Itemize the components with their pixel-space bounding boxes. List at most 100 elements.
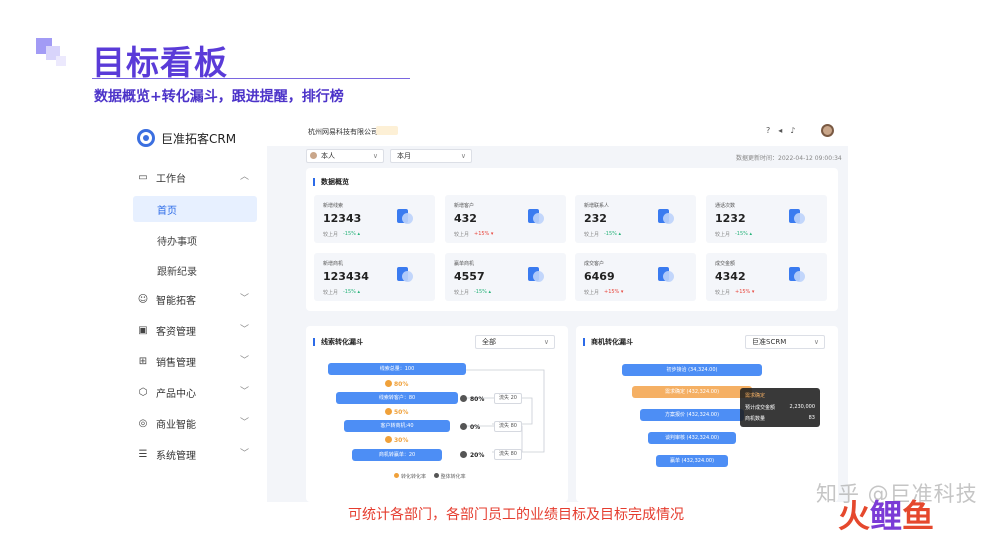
funnel-stage[interactable]: 线索总量：100 xyxy=(328,363,466,375)
stat-value: 123434 xyxy=(323,270,369,283)
loss-badge: 流失 80 xyxy=(494,421,522,432)
speaker-icon[interactable]: ◂ xyxy=(778,126,790,135)
help-icon[interactable]: ? xyxy=(766,126,778,135)
chevron-down-icon: ∨ xyxy=(813,338,819,346)
decor-square xyxy=(56,56,66,66)
brand-char: 鱼 xyxy=(902,497,935,533)
target-icon: ◎ xyxy=(138,417,148,429)
funnel-stage[interactable]: 商机转赢单：20 xyxy=(352,449,442,461)
overall-rate: 20% xyxy=(460,451,484,459)
overview-title: 数据概览 xyxy=(313,178,349,186)
tooltip-title: 需求确定 xyxy=(745,393,766,399)
stat-card[interactable]: 赢单商机 4557 较上月 -15% ▴ xyxy=(445,253,566,301)
smile-icon: ☺ xyxy=(137,293,149,305)
funnel-stage[interactable]: 谈判审核 (432,324.00) xyxy=(648,432,736,444)
person-filter[interactable]: 本人 ∨ xyxy=(306,149,384,163)
funnel-stage[interactable]: 客户转商机:40 xyxy=(344,420,450,432)
overall-rate-value: 0% xyxy=(470,424,481,431)
stat-card[interactable]: 新增客户 432 较上月 +15% ▾ xyxy=(445,195,566,243)
stat-label: 成交客户 xyxy=(584,261,605,267)
funnel-stage[interactable]: 初步接洽 (34,324.00) xyxy=(622,364,762,376)
stat-value: 4342 xyxy=(715,270,746,283)
contact-icon: ▣ xyxy=(138,324,148,336)
opp-funnel-select[interactable]: 巨准SCRM ∨ xyxy=(745,335,825,349)
brand-logo: 火鲤鱼 xyxy=(838,491,934,533)
monitor-icon: ▭ xyxy=(138,171,148,183)
sidebar-subitem-todo[interactable]: 待办事项 xyxy=(133,227,257,253)
change-value: +15% ▾ xyxy=(604,289,624,295)
sidebar-item-bi[interactable]: ◎ 商业智能 ﹀ xyxy=(133,410,257,436)
brand-char: 火 xyxy=(838,497,871,533)
funnel-stage-highlighted[interactable]: 需求确定 (432,324.00) xyxy=(632,386,752,398)
sidebar-item-label: 商业智能 xyxy=(156,419,196,431)
rate-icon xyxy=(385,408,392,415)
top-icons: ?◂♪ xyxy=(766,126,803,135)
sidebar-item-sales[interactable]: ⊞ 销售管理 ﹀ xyxy=(133,348,257,374)
opp-funnel-select-value: 巨准SCRM xyxy=(752,338,787,346)
stat-icon xyxy=(789,267,805,283)
chevron-down-icon: ﹀ xyxy=(239,294,249,304)
loss-badge: 流失 80 xyxy=(494,449,522,460)
period-filter-value: 本月 xyxy=(397,152,411,160)
stat-value: 6469 xyxy=(584,270,615,283)
step-rate: 50% xyxy=(385,408,408,416)
rate-icon xyxy=(460,423,467,430)
stat-card[interactable]: 新增联系人 232 较上月 -15% ▴ xyxy=(575,195,696,243)
grid-icon: ⊞ xyxy=(138,355,148,367)
lead-funnel-select[interactable]: 全部 ∨ xyxy=(475,335,555,349)
sidebar-item-system[interactable]: ☰ 系统管理 ﹀ xyxy=(133,441,257,467)
person-filter-value: 本人 xyxy=(321,152,335,160)
rate-icon xyxy=(385,380,392,387)
tooltip-value: 83 xyxy=(808,415,815,421)
funnel-legend: 转化转化率 整体转化率 xyxy=(394,473,466,480)
slide-subtitle: 数据概览+转化漏斗，跟进提醒，排行榜 xyxy=(94,89,344,105)
funnel-stage[interactable]: 线索转客户：80 xyxy=(336,392,458,404)
logo-icon xyxy=(137,129,155,147)
compare-label: 较上月 xyxy=(454,232,470,238)
sidebar-item-smart-prospect[interactable]: ☺ 智能拓客 ﹀ xyxy=(133,286,257,312)
compare-label: 较上月 xyxy=(323,290,339,296)
stat-label: 新增商机 xyxy=(323,261,344,267)
step-rate-value: 30% xyxy=(394,437,409,444)
change-value: -15% ▴ xyxy=(343,289,361,295)
rate-icon xyxy=(460,451,467,458)
stat-label: 新增客户 xyxy=(454,203,475,209)
funnel-stage[interactable]: 赢单 (432,324.00) xyxy=(656,455,728,467)
stat-icon xyxy=(789,209,805,225)
sidebar-item-customer[interactable]: ▣ 客资管理 ﹀ xyxy=(133,317,257,343)
stat-card[interactable]: 成交客户 6469 较上月 +15% ▾ xyxy=(575,253,696,301)
tooltip-label: 商机数量 xyxy=(745,416,766,422)
stat-value: 432 xyxy=(454,212,477,225)
lead-funnel-select-value: 全部 xyxy=(482,338,496,346)
stat-label: 新增联系人 xyxy=(584,203,610,209)
change-value: -15% ▴ xyxy=(735,231,753,237)
chevron-up-icon: ︿ xyxy=(239,172,249,182)
stat-value: 4557 xyxy=(454,270,485,283)
update-time: 数据更新时间：2022-04-12 09:00:34 xyxy=(736,155,842,162)
legend-label: 整体转化率 xyxy=(440,474,466,480)
stat-card[interactable]: 新增线索 12343 较上月 -15% ▴ xyxy=(314,195,435,243)
stat-card[interactable]: 新增商机 123434 较上月 -15% ▴ xyxy=(314,253,435,301)
rate-icon xyxy=(460,395,467,402)
avatar[interactable] xyxy=(821,124,834,137)
tooltip-label: 预计成交金额 xyxy=(745,405,776,411)
bell-icon[interactable]: ♪ xyxy=(790,126,803,135)
sidebar-item-workbench[interactable]: ▭ 工作台 ︿ xyxy=(133,164,257,190)
stat-value: 1232 xyxy=(715,212,746,225)
stat-label: 成交金额 xyxy=(715,261,736,267)
compare-label: 较上月 xyxy=(584,232,600,238)
stat-card[interactable]: 通话次数 1232 较上月 -15% ▴ xyxy=(706,195,827,243)
stat-label: 通话次数 xyxy=(715,203,736,209)
period-filter[interactable]: 本月 ∨ xyxy=(390,149,472,163)
chevron-down-icon: ﹀ xyxy=(239,387,249,397)
sidebar-subitem-home[interactable]: 首页 xyxy=(133,196,257,222)
sidebar-item-products[interactable]: ⬡ 产品中心 ﹀ xyxy=(133,379,257,405)
brand-char: 鲤 xyxy=(870,497,903,533)
compare-label: 较上月 xyxy=(323,232,339,238)
overall-rate-value: 80% xyxy=(470,396,485,403)
funnel-stage[interactable]: 方案报价 (432,324.00) xyxy=(640,409,744,421)
chevron-down-icon: ﹀ xyxy=(239,356,249,366)
sidebar-subitem-records[interactable]: 跟新纪录 xyxy=(133,257,257,283)
stat-card[interactable]: 成交金额 4342 较上月 +15% ▾ xyxy=(706,253,827,301)
sliders-icon: ☰ xyxy=(138,448,148,460)
